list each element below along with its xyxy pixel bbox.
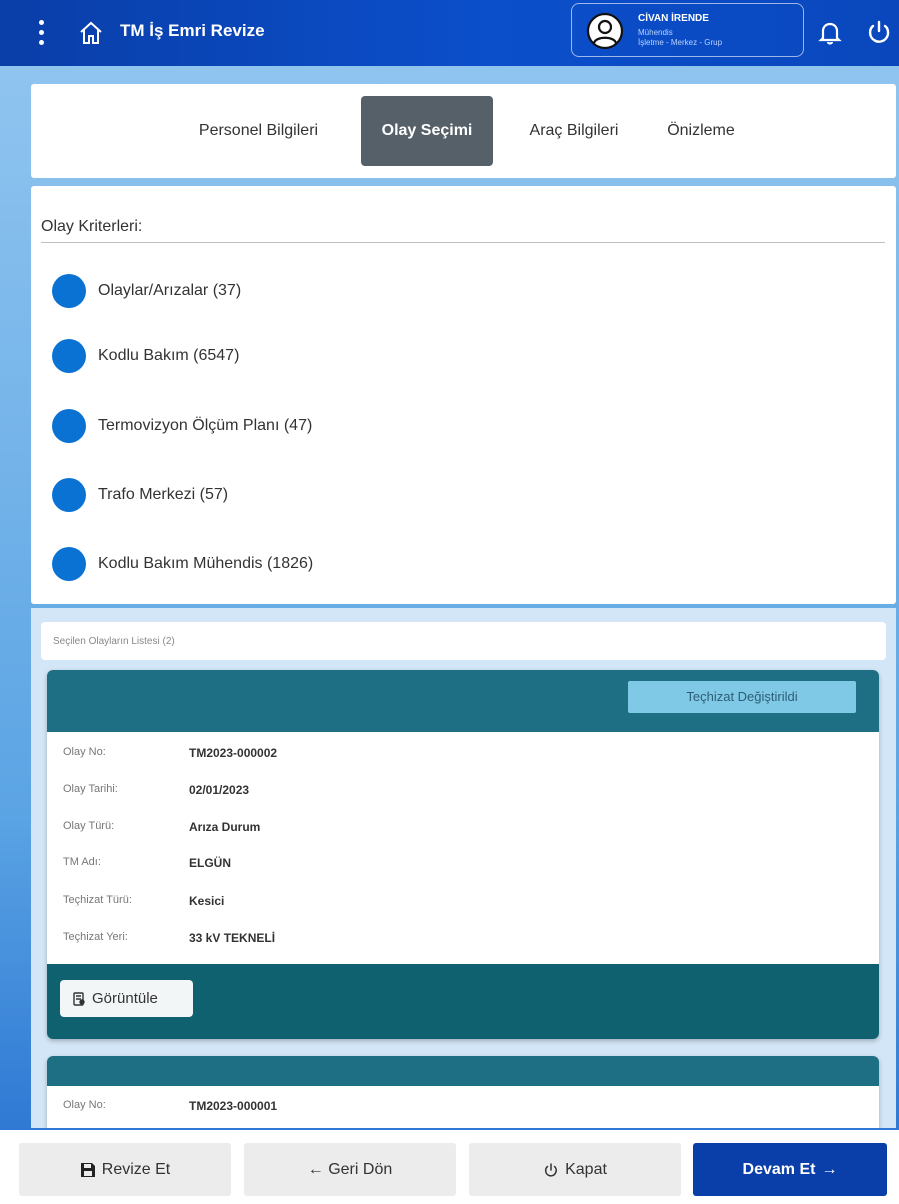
field-label: Teçhizat Yeri: — [63, 931, 128, 943]
divider — [41, 242, 885, 243]
criteria-option-label: Kodlu Bakım (6547) — [98, 347, 240, 364]
field-label: Olay No: — [63, 746, 106, 758]
field-value: Arıza Durum — [189, 820, 261, 834]
field-label: Olay No: — [63, 1099, 106, 1111]
criteria-option[interactable]: Kodlu Bakım (6547) — [52, 338, 239, 374]
kebab-menu-icon[interactable] — [30, 18, 54, 48]
back-button[interactable]: ← Geri Dön — [244, 1143, 456, 1196]
view-button[interactable]: Görüntüle — [60, 980, 193, 1017]
view-button-label: Görüntüle — [92, 990, 158, 1007]
card-header: Teçhizat Değiştirildi — [47, 670, 879, 732]
criteria-card: Olay Kriterleri: Olaylar/Arızalar (37) K… — [31, 186, 896, 604]
bell-icon[interactable] — [818, 20, 842, 46]
tab-olay-secimi[interactable]: Olay Seçimi — [361, 96, 493, 166]
app-header: TM İş Emri Revize CİVAN İRENDE Mühendis … — [0, 0, 899, 66]
field-label: Olay Tarihi: — [63, 783, 118, 795]
card-footer: Görüntüle — [47, 964, 879, 1039]
field-label: Olay Türü: — [63, 820, 115, 832]
tab-personel-bilgileri[interactable]: Personel Bilgileri — [171, 96, 346, 166]
close-button[interactable]: Kapat — [469, 1143, 681, 1196]
user-unit: İşletme - Merkez - Grup — [638, 38, 723, 47]
user-role: Mühendis — [638, 28, 673, 37]
criteria-option-label: Kodlu Bakım Mühendis (1826) — [98, 555, 314, 572]
revise-button-label: Revize Et — [101, 1160, 171, 1178]
tab-arac-bilgileri[interactable]: Araç Bilgileri — [509, 96, 639, 166]
radio-icon[interactable] — [52, 547, 86, 581]
save-icon — [80, 1162, 95, 1177]
radio-icon[interactable] — [52, 478, 86, 512]
continue-button-label: Devam Et — [742, 1160, 816, 1178]
criteria-option[interactable]: Termovizyon Ölçüm Planı (47) — [52, 408, 312, 444]
selected-events-list[interactable]: Seçilen Olayların Listesi (2) Teçhizat D… — [31, 608, 896, 1128]
criteria-option[interactable]: Olaylar/Arızalar (37) — [52, 273, 241, 309]
field-value: TM2023-000002 — [189, 746, 278, 760]
power-icon — [545, 1162, 558, 1177]
user-avatar-icon — [586, 12, 624, 50]
criteria-option-label: Termovizyon Ölçüm Planı (47) — [98, 417, 313, 434]
close-button-label: Kapat — [565, 1160, 607, 1178]
back-button-label: ← Geri Dön — [307, 1160, 393, 1178]
continue-button[interactable]: Devam Et → — [693, 1143, 887, 1196]
list-header: Seçilen Olayların Listesi (2) — [41, 622, 886, 660]
main-area: Personel Bilgileri Olay Seçimi Araç Bilg… — [0, 66, 899, 1130]
field-label: TM Adı: — [63, 856, 101, 868]
home-icon[interactable] — [78, 20, 104, 46]
field-label: Teçhizat Türü: — [63, 894, 132, 906]
action-footer: Revize Et ← Geri Dön Kapat Devam Et → — [0, 1130, 899, 1204]
user-name: CİVAN İRENDE — [638, 13, 709, 24]
revise-button[interactable]: Revize Et — [19, 1143, 231, 1196]
user-profile-box[interactable]: CİVAN İRENDE Mühendis İşletme - Merkez -… — [571, 3, 804, 57]
event-card: Olay No: TM2023-000001 — [47, 1056, 879, 1128]
event-card: Teçhizat Değiştirildi Olay No: TM2023-00… — [47, 670, 879, 1039]
field-value: Kesici — [189, 894, 225, 908]
card-header — [47, 1056, 879, 1086]
criteria-title: Olay Kriterleri: — [41, 218, 143, 235]
criteria-option[interactable]: Trafo Merkezi (57) — [52, 477, 228, 513]
field-value: 33 kV TEKNELİ — [189, 931, 276, 945]
tab-onizleme[interactable]: Önizleme — [651, 96, 751, 166]
field-value: ELGÜN — [189, 856, 231, 870]
criteria-option[interactable]: Kodlu Bakım Mühendis (1826) — [52, 546, 313, 582]
arrow-right-icon: → — [821, 1160, 838, 1178]
wizard-tabs: Personel Bilgileri Olay Seçimi Araç Bilg… — [31, 84, 896, 178]
radio-icon[interactable] — [52, 339, 86, 373]
document-icon — [73, 991, 85, 1006]
field-value: 02/01/2023 — [189, 783, 250, 797]
status-badge: Teçhizat Değiştirildi — [628, 681, 856, 713]
power-icon[interactable] — [866, 19, 892, 45]
criteria-option-label: Olaylar/Arızalar (37) — [98, 282, 242, 299]
radio-icon[interactable] — [52, 409, 86, 443]
page-title: TM İş Emri Revize — [120, 21, 265, 40]
field-value: TM2023-000001 — [189, 1099, 278, 1113]
criteria-option-label: Trafo Merkezi (57) — [98, 486, 229, 503]
radio-icon[interactable] — [52, 274, 86, 308]
